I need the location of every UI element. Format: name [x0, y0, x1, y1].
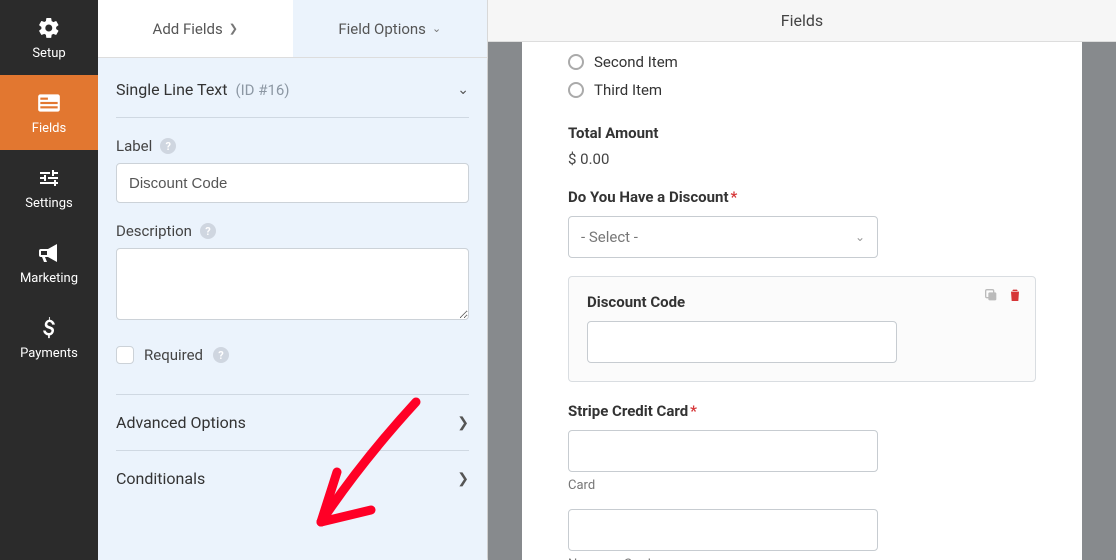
- nav-setup-label: Setup: [32, 46, 65, 61]
- required-checkbox[interactable]: [116, 346, 134, 364]
- tab-add-fields[interactable]: Add Fields ❯: [98, 0, 293, 57]
- bullhorn-icon: [37, 239, 61, 267]
- nav-payments-label: Payments: [20, 346, 78, 361]
- description-input[interactable]: [116, 248, 469, 320]
- stripe-label: Stripe Credit Card*: [568, 402, 1036, 420]
- radio-label: Third Item: [594, 81, 662, 99]
- preview-title: Fields: [781, 11, 823, 30]
- advanced-options-label: Advanced Options: [116, 413, 246, 432]
- left-nav: Setup Fields Settings Marketing Payments: [0, 0, 98, 560]
- selected-field-card[interactable]: Discount Code: [568, 276, 1036, 382]
- total-amount-label: Total Amount: [568, 124, 1036, 142]
- field-type-title: Single Line Text: [116, 80, 227, 99]
- label-label: Label ?: [116, 137, 176, 155]
- radio-option[interactable]: Third Item: [568, 76, 1036, 104]
- tab-add-fields-label: Add Fields: [153, 20, 223, 38]
- discount-code-input[interactable]: [587, 321, 897, 363]
- radio-option[interactable]: Second Item: [568, 48, 1036, 76]
- section-conditionals[interactable]: Conditionals ❯: [116, 451, 469, 506]
- gear-icon: [37, 14, 61, 42]
- chevron-right-icon: ❯: [457, 415, 469, 431]
- required-label: Required: [144, 346, 203, 364]
- nav-settings-label: Settings: [25, 196, 72, 211]
- field-id-tag: (ID #16): [235, 81, 289, 99]
- total-amount-value: $ 0.00: [568, 150, 1036, 168]
- card-sublabel: Card: [568, 478, 1036, 493]
- duplicate-icon[interactable]: [983, 287, 999, 307]
- nav-marketing-label: Marketing: [20, 271, 78, 286]
- options-panel: Add Fields ❯ Field Options ⌄ Single Line…: [98, 0, 488, 560]
- section-field-type[interactable]: Single Line Text (ID #16) ⌄: [116, 58, 469, 118]
- discount-select[interactable]: - Select - ⌄: [568, 216, 878, 258]
- section-advanced-options[interactable]: Advanced Options ❯: [116, 395, 469, 451]
- help-icon[interactable]: ?: [160, 138, 176, 154]
- radio-icon: [568, 82, 584, 98]
- stripe-card-input[interactable]: [568, 430, 878, 472]
- nav-marketing[interactable]: Marketing: [0, 225, 98, 300]
- description-label: Description ?: [116, 222, 216, 240]
- nav-setup[interactable]: Setup: [0, 0, 98, 75]
- tab-field-options-label: Field Options: [338, 20, 426, 38]
- chevron-down-icon: ⌄: [432, 22, 441, 35]
- nav-settings[interactable]: Settings: [0, 150, 98, 225]
- chevron-right-icon: ❯: [457, 471, 469, 487]
- radio-icon: [568, 54, 584, 70]
- chevron-right-icon: ❯: [229, 22, 238, 35]
- trash-icon[interactable]: [1007, 287, 1023, 307]
- preview-area: Fields Second Item Third Item Total Amou…: [488, 0, 1116, 560]
- form-canvas: Second Item Third Item Total Amount $ 0.…: [522, 42, 1082, 560]
- select-placeholder: - Select -: [581, 228, 638, 246]
- nav-payments[interactable]: Payments: [0, 300, 98, 375]
- conditionals-label: Conditionals: [116, 469, 205, 488]
- help-icon[interactable]: ?: [213, 347, 229, 363]
- discount-code-field-label: Discount Code: [587, 293, 1017, 311]
- chevron-down-icon: ⌄: [855, 230, 865, 244]
- nav-fields-label: Fields: [32, 121, 66, 136]
- tab-field-options[interactable]: Field Options ⌄: [293, 0, 488, 57]
- nav-fields[interactable]: Fields: [0, 75, 98, 150]
- preview-title-bar: Fields: [488, 0, 1116, 42]
- form-icon: [36, 89, 62, 117]
- radio-label: Second Item: [594, 53, 678, 71]
- label-input[interactable]: [116, 163, 469, 203]
- help-icon[interactable]: ?: [200, 223, 216, 239]
- chevron-down-icon: ⌄: [457, 82, 469, 98]
- dollar-icon: [38, 314, 60, 342]
- name-on-card-input[interactable]: [568, 509, 878, 551]
- sliders-icon: [37, 164, 61, 192]
- discount-question-label: Do You Have a Discount*: [568, 188, 1036, 206]
